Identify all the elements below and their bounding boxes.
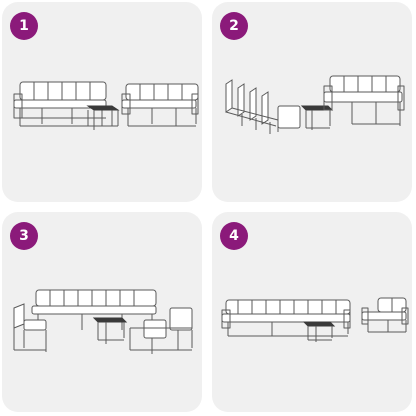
- furniture-drawing: [13, 81, 199, 130]
- arrangement-panel-1: 1: [2, 2, 202, 202]
- furniture-drawing: [225, 75, 405, 134]
- furniture-drawing: [13, 289, 193, 354]
- arrangement-panel-2: 2: [212, 2, 412, 202]
- arrangement-panel-3: 3: [2, 212, 202, 412]
- arrangement-panel-4: 4: [212, 212, 412, 412]
- furniture-drawing: [221, 297, 409, 342]
